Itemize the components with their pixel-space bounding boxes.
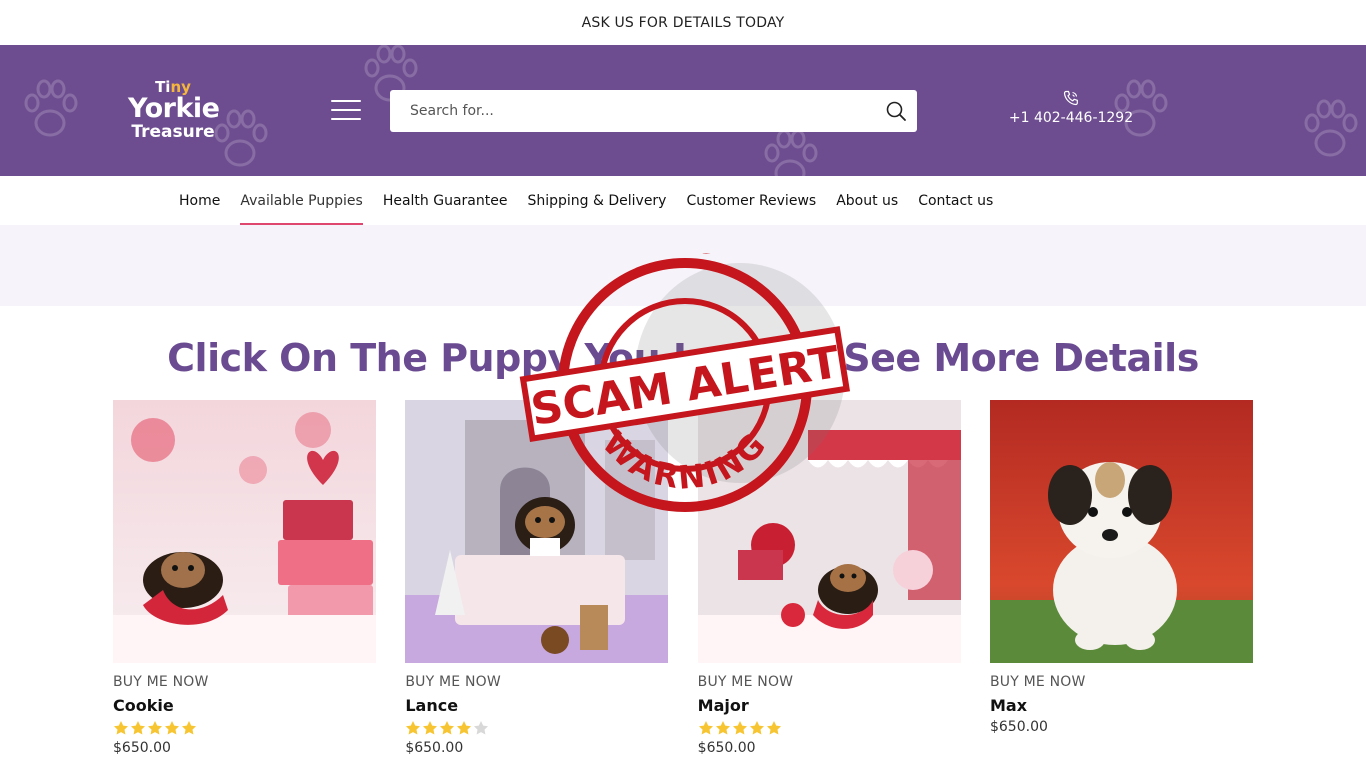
product-card: BUY ME NOW Max $650.00 <box>989 400 1253 756</box>
logo-treasure: Treasure <box>131 122 215 142</box>
product-category: BUY ME NOW <box>113 674 209 690</box>
product-category: BUY ME NOW <box>989 674 1086 690</box>
phone-contact[interactable]: +1 402-446-1292 <box>1000 90 1142 126</box>
star-icon <box>732 721 747 735</box>
star-icon <box>457 721 472 735</box>
nav-item-about-us[interactable]: About us <box>836 176 898 225</box>
product-rating <box>405 720 668 736</box>
product-rating <box>113 720 376 736</box>
star-icon <box>182 721 196 735</box>
product-image[interactable] <box>989 400 1253 663</box>
star-icon <box>148 721 162 735</box>
star-icon <box>749 721 764 735</box>
site-header: Tiny Yorkie Treasure +1 402-446-1292 <box>0 45 1366 176</box>
page-banner <box>0 225 1366 306</box>
product-price: $650.00 <box>989 719 1048 735</box>
product-card: BUY ME NOW Cookie $650.00 <box>113 400 376 756</box>
nav-item-contact-us[interactable]: Contact us <box>918 176 993 225</box>
product-card: BUY ME NOW Major $650.00 <box>697 400 961 756</box>
search-bar <box>390 90 917 132</box>
phone-icon <box>1063 90 1078 106</box>
announcement-text: ASK US FOR DETAILS TODAY <box>581 14 785 31</box>
star-icon <box>131 721 145 735</box>
star-icon <box>766 721 781 735</box>
nav-item-shipping-delivery[interactable]: Shipping & Delivery <box>527 176 666 225</box>
product-name[interactable]: Cookie <box>113 696 376 715</box>
product-image[interactable] <box>697 400 961 663</box>
nav-item-customer-reviews[interactable]: Customer Reviews <box>686 176 816 225</box>
star-icon <box>165 721 179 735</box>
paw-pattern-icon <box>24 79 78 137</box>
star-icon <box>114 721 128 735</box>
star-icon <box>698 721 713 735</box>
star-icon <box>715 721 730 735</box>
nav-item-health-guarantee[interactable]: Health Guarantee <box>383 176 508 225</box>
product-category: BUY ME NOW <box>405 674 501 690</box>
logo-yorkie: Yorkie <box>128 93 220 124</box>
product-grid: BUY ME NOW Cookie $650.00 BUY ME NOW Lan… <box>113 400 1253 756</box>
product-name[interactable]: Major <box>698 696 961 715</box>
search-icon[interactable] <box>875 90 917 132</box>
search-input[interactable] <box>390 90 875 132</box>
product-price: $650.00 <box>405 740 464 756</box>
page-headline: Click On The Puppy You Love To See More … <box>167 336 1199 380</box>
star-icon <box>423 721 438 735</box>
nav-item-home[interactable]: Home <box>179 176 220 225</box>
paw-pattern-icon <box>214 109 268 167</box>
product-name[interactable]: Max <box>990 696 1253 715</box>
product-card: BUY ME NOW Lance $650.00 <box>405 400 669 756</box>
paw-pattern-icon <box>1304 99 1358 157</box>
top-announcement-bar: ASK US FOR DETAILS TODAY <box>0 0 1366 45</box>
site-logo[interactable]: Tiny Yorkie Treasure <box>128 79 220 145</box>
phone-number: +1 402-446-1292 <box>1008 110 1134 126</box>
product-image[interactable] <box>113 400 376 663</box>
product-price: $650.00 <box>697 740 756 756</box>
nav-item-available-puppies[interactable]: Available Puppies <box>240 176 364 225</box>
star-icon <box>440 721 455 735</box>
paw-pattern-icon <box>764 129 818 176</box>
product-image[interactable] <box>405 400 669 663</box>
product-category: BUY ME NOW <box>697 674 794 690</box>
menu-icon[interactable] <box>331 100 361 120</box>
product-rating <box>698 720 961 736</box>
product-name[interactable]: Lance <box>405 696 668 715</box>
main-nav: Home Available Puppies Health Guarantee … <box>0 176 1366 225</box>
star-icon <box>474 721 489 735</box>
star-icon <box>406 721 421 735</box>
product-price: $650.00 <box>113 740 171 756</box>
